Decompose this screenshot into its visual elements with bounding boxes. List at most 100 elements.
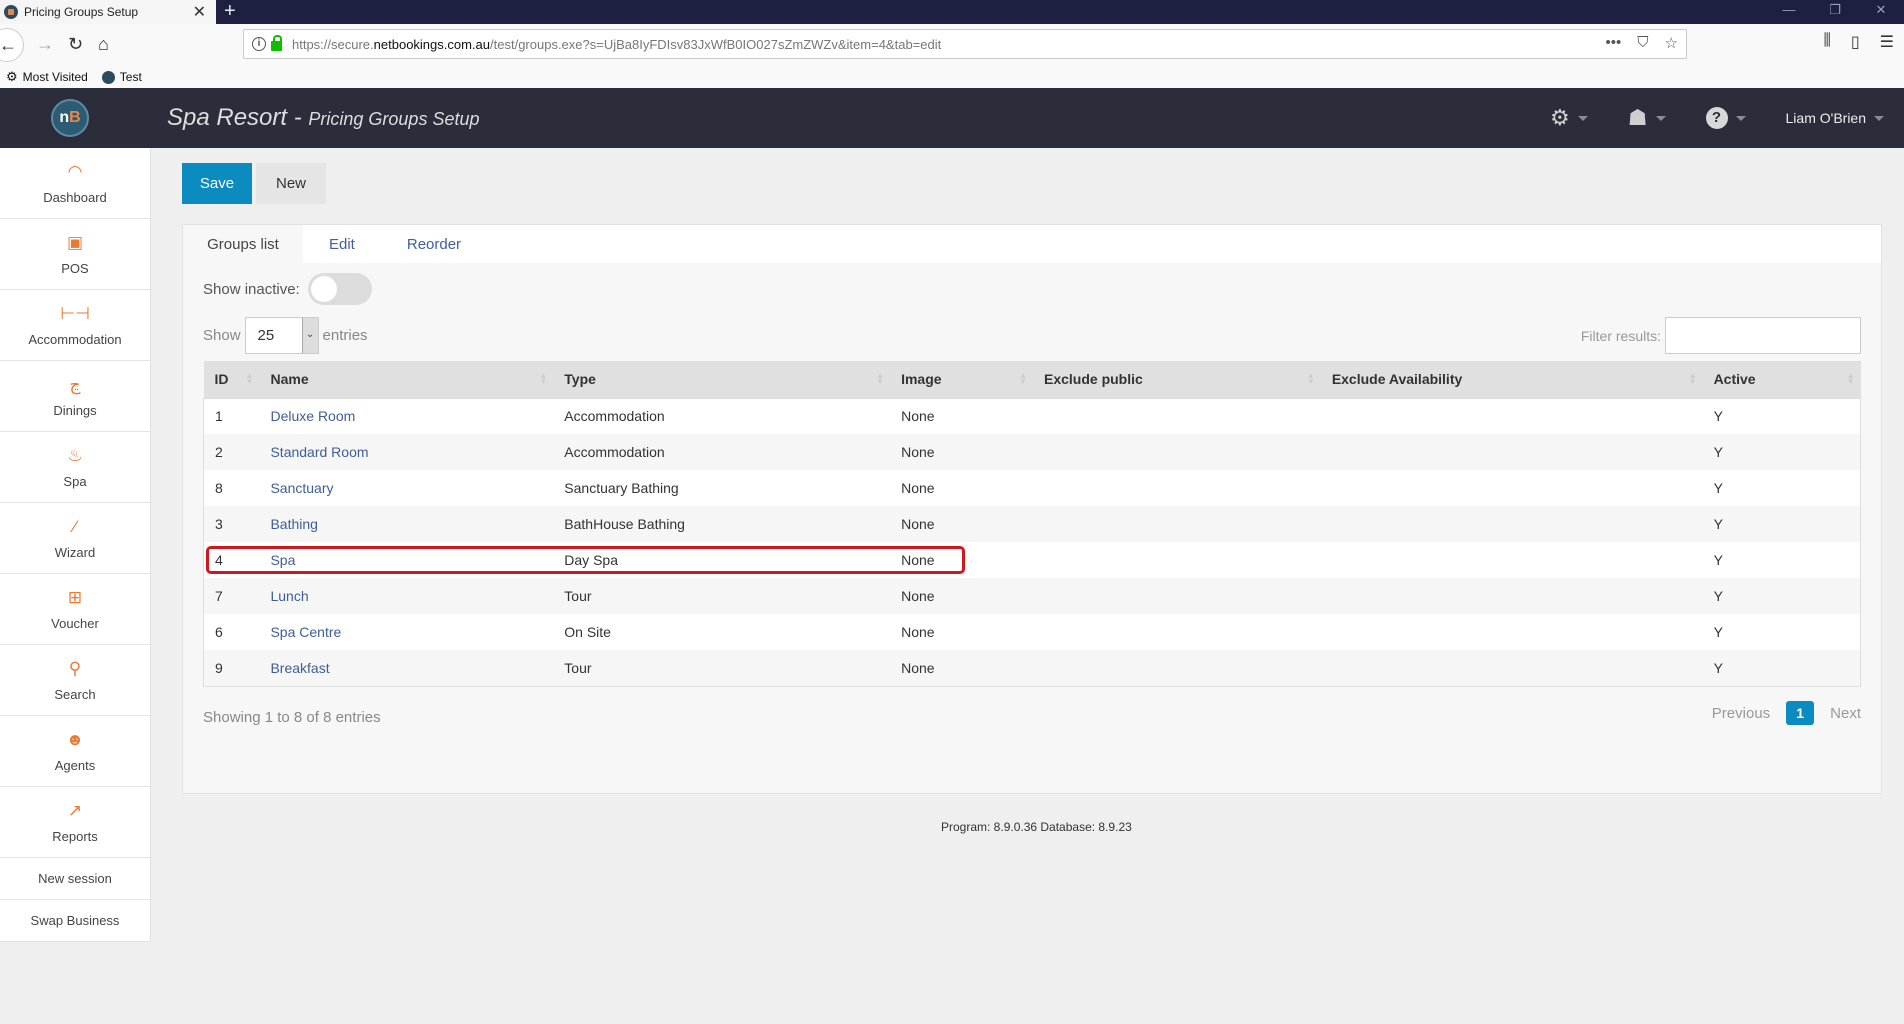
cell-exclude-public xyxy=(1033,542,1321,578)
column-header-id[interactable]: ID ▲ ▼ xyxy=(203,361,260,398)
group-name-link[interactable]: Deluxe Room xyxy=(270,408,355,424)
cell-exclude-availability xyxy=(1320,614,1703,650)
cell-id: 7 xyxy=(203,578,260,614)
window-close-icon[interactable]: ✕ xyxy=(1858,0,1904,24)
column-header-exclude-availability[interactable]: Exclude Availability ▲ ▼ xyxy=(1320,361,1703,398)
group-name-link[interactable]: Breakfast xyxy=(270,660,329,676)
sidebar-item-reports[interactable]: ↗ Reports xyxy=(0,787,150,858)
save-button[interactable]: Save xyxy=(182,163,252,204)
table-row[interactable]: 8 Sanctuary Sanctuary Bathing None Y xyxy=(203,470,1861,506)
table-row[interactable]: 3 Bathing BathHouse Bathing None Y xyxy=(203,506,1861,542)
sidebar-item-search[interactable]: ⚲ Search xyxy=(0,645,150,716)
sidebar-item-agents[interactable]: ☻ Agents xyxy=(0,716,150,787)
cell-exclude-availability xyxy=(1320,650,1703,686)
help-menu[interactable]: ? xyxy=(1705,107,1746,129)
sidebar-item-accommodation[interactable]: ⊢⊣ Accommodation xyxy=(0,290,150,361)
home-icon[interactable]: ⌂ xyxy=(98,32,109,56)
cell-name: Spa Centre xyxy=(259,614,554,650)
table-row[interactable]: 4 Spa Day Spa None Y xyxy=(203,542,1861,578)
sidebar-item-dinings[interactable]: ڃ Dinings xyxy=(0,361,150,432)
url-text[interactable]: https://secure.netbookings.com.au/test/g… xyxy=(292,37,941,52)
group-name-link[interactable]: Spa xyxy=(270,552,295,568)
logo[interactable]: nB xyxy=(51,99,89,137)
column-header-type[interactable]: Type ▲ ▼ xyxy=(553,361,891,398)
back-icon[interactable]: ← xyxy=(0,28,24,62)
cell-active: Y xyxy=(1702,434,1861,470)
cell-type: Accommodation xyxy=(553,398,891,434)
column-label: Exclude Availability xyxy=(1331,371,1463,388)
cell-active: Y xyxy=(1702,398,1861,434)
table-row[interactable]: 6 Spa Centre On Site None Y xyxy=(203,614,1861,650)
show-inactive-toggle[interactable] xyxy=(307,273,372,305)
filter-label: Filter results: xyxy=(1580,327,1661,344)
cell-exclude-public xyxy=(1033,398,1321,434)
entries-select[interactable]: 25 ⌄ xyxy=(244,317,319,354)
sidebar-item-label: Accommodation xyxy=(28,331,122,347)
group-name-link[interactable]: Sanctuary xyxy=(270,480,333,496)
restore-icon[interactable]: ❐ xyxy=(1812,0,1858,24)
cell-type: BathHouse Bathing xyxy=(553,506,891,542)
gear-icon: ⚙ xyxy=(6,69,18,84)
tab-bar: Groups list Edit Reorder xyxy=(183,225,1881,263)
page-actions-icon[interactable]: ••• xyxy=(1606,34,1622,52)
table-row[interactable]: 9 Breakfast Tour None Y xyxy=(203,650,1861,686)
browser-tab[interactable]: Pricing Groups Setup ✕ xyxy=(0,0,216,24)
new-button[interactable]: New xyxy=(256,163,326,204)
menu-icon[interactable]: ☰ xyxy=(1880,32,1894,52)
cell-image: None xyxy=(890,614,1033,650)
reload-icon[interactable]: ↻ xyxy=(68,32,83,56)
sidebar-item-dashboard[interactable]: ◠ Dashboard xyxy=(0,148,150,219)
bookmark-star-icon[interactable]: ☆ xyxy=(1665,34,1678,52)
settings-menu[interactable]: ⚙ xyxy=(1550,105,1588,131)
previous-button[interactable]: Previous xyxy=(1712,705,1770,722)
column-header-name[interactable]: Name ▲ ▼ xyxy=(259,361,554,398)
table-row[interactable]: 7 Lunch Tour None Y xyxy=(203,578,1861,614)
page-name: Pricing Groups Setup xyxy=(308,109,480,129)
bookmark-test[interactable]: Test xyxy=(101,70,142,84)
bookmark-most-visited[interactable]: ⚙ Most Visited xyxy=(6,69,88,85)
sidebar-item-voucher[interactable]: ⊞ Voucher xyxy=(0,574,150,645)
minimize-icon[interactable]: — xyxy=(1766,0,1812,24)
chart-icon: ↗ xyxy=(67,800,83,820)
library-icon[interactable]: ⫼ xyxy=(1823,32,1830,52)
dining-icon: ڃ xyxy=(69,374,81,394)
tab-reorder[interactable]: Reorder xyxy=(381,225,487,263)
agent-menu[interactable]: ☗ xyxy=(1628,105,1666,131)
group-name-link[interactable]: Spa Centre xyxy=(270,624,341,640)
sidebar-item-pos[interactable]: ▣ POS xyxy=(0,219,150,290)
swap-business-link[interactable]: Swap Business xyxy=(0,900,150,942)
sidebar-item-wizard[interactable]: ⁄ Wizard xyxy=(0,503,150,574)
new-session-link[interactable]: New session xyxy=(0,858,150,900)
cell-active: Y xyxy=(1702,470,1861,506)
group-name-link[interactable]: Lunch xyxy=(270,588,308,604)
pocket-icon[interactable]: ⛉ xyxy=(1637,34,1648,52)
cell-name: Bathing xyxy=(259,506,554,542)
user-menu[interactable]: Liam O'Brien xyxy=(1786,110,1884,126)
column-header-active[interactable]: Active ▲ ▼ xyxy=(1702,361,1861,398)
page-button-current[interactable]: 1 xyxy=(1786,701,1815,725)
sidebar-item-spa[interactable]: ♨ Spa xyxy=(0,432,150,503)
sidebar-toggle-icon[interactable]: ▯ xyxy=(1851,32,1860,52)
new-tab-icon[interactable]: + xyxy=(224,0,236,22)
group-name-link[interactable]: Standard Room xyxy=(270,444,368,460)
url-bar[interactable]: i https://secure.netbookings.com.au/test… xyxy=(243,29,1687,59)
next-button[interactable]: Next xyxy=(1830,705,1861,722)
column-header-image[interactable]: Image ▲ ▼ xyxy=(890,361,1033,398)
search-icon: ⚲ xyxy=(68,658,82,678)
forward-icon[interactable]: → xyxy=(36,32,54,56)
table-row[interactable]: 2 Standard Room Accommodation None Y xyxy=(203,434,1861,470)
tab-edit[interactable]: Edit xyxy=(303,225,381,263)
url-suffix: /test/groups.exe?s=UjBa8IyFDIsv83JxWfB0I… xyxy=(490,36,942,52)
tab-groups-list[interactable]: Groups list xyxy=(183,225,303,263)
close-tab-icon[interactable]: ✕ xyxy=(193,2,206,22)
group-name-link[interactable]: Bathing xyxy=(270,516,317,532)
show-inactive-row: Show inactive: xyxy=(203,273,372,305)
table-row[interactable]: 1 Deluxe Room Accommodation None Y xyxy=(203,398,1861,434)
site-info-icon[interactable]: i xyxy=(252,37,266,51)
cell-image: None xyxy=(890,398,1033,434)
caret-down-icon xyxy=(1655,115,1666,121)
browser-tabstrip: Pricing Groups Setup ✕ + — ❐ ✕ xyxy=(0,0,1904,24)
column-header-exclude-public[interactable]: Exclude public ▲ ▼ xyxy=(1033,361,1321,398)
filter-input[interactable] xyxy=(1665,317,1861,354)
sidebar-item-label: Voucher xyxy=(51,615,99,631)
